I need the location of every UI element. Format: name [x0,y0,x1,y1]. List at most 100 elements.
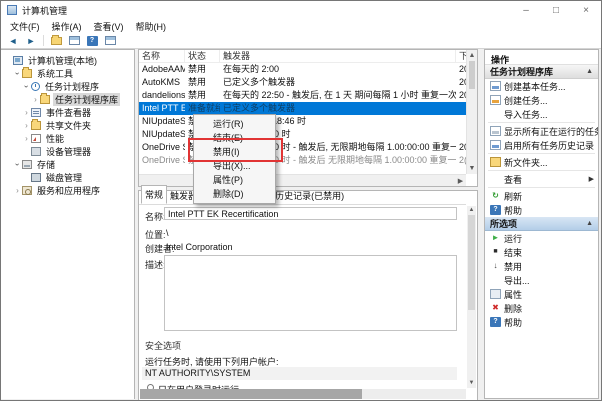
action-结束[interactable]: ■结束 [485,245,598,259]
expand-icon[interactable]: › [22,108,31,117]
action-运行[interactable]: ►运行 [485,231,598,245]
task-list-vertical-scrollbar[interactable]: ▲ ▼ [466,50,477,174]
tree-item[interactable]: › 存储 [1,158,134,171]
menu-item[interactable]: 文件(F) [4,20,46,33]
action-禁用[interactable]: ↓禁用 [485,259,598,273]
tree-item[interactable]: ›任务计划程序 [1,80,134,93]
expand-icon[interactable]: › [22,134,31,143]
menu-item[interactable]: 帮助(H) [130,20,173,33]
toolbar-separator [43,35,44,46]
scroll-down-icon[interactable]: ▼ [467,163,477,174]
disk-icon [31,173,41,182]
task-row[interactable]: Intel PTT EK ...准备就绪已定义多个触发器 [139,102,477,115]
action-帮助[interactable]: ?帮助 [485,203,598,217]
task-row[interactable]: NIUpdateSe...禁用在 2019/5/9 18:46 时 [139,115,477,128]
action-帮助[interactable]: ?帮助 [485,315,598,329]
action-显示所有正在运行的任务[interactable]: 显示所有正在运行的任务 [485,124,598,138]
scroll-up-icon[interactable]: ▲ [467,206,476,215]
tree-item[interactable]: › 事件查看器 [1,106,134,119]
column-header[interactable]: 触发器 [220,50,456,62]
minimize-button[interactable]: – [511,1,541,19]
task-row[interactable]: AutoKMS禁用已定义多个触发器20 [139,76,477,89]
back-button[interactable]: ◄ [6,34,20,47]
action-删除[interactable]: ✖删除 [485,301,598,315]
name-field[interactable]: Intel PTT EK Recertification [164,207,457,220]
forward-button[interactable]: ► [24,34,38,47]
tree-item[interactable]: 磁盘管理 [1,171,134,184]
action-导出[interactable]: 导出... [485,273,598,287]
export-list-button[interactable] [49,34,63,47]
action-启用所有任务历史记录[interactable]: 启用所有任务历史记录 [485,138,598,152]
task-list-horizontal-scrollbar[interactable]: ▶ [139,174,466,186]
close-button[interactable]: × [571,1,601,19]
collapse-icon[interactable]: › [22,82,31,91]
task-row[interactable]: AdobeAAM...禁用在每天的 2:0020 [139,63,477,76]
section-header[interactable]: 任务计划程序库▲ [485,65,598,79]
properties-horizontal-scrollbar[interactable] [140,389,466,399]
action-label: 运行 [504,232,522,245]
properties-vertical-scrollbar[interactable]: ▲ ▼ [467,206,476,388]
scrollbar-track [467,310,476,379]
column-header[interactable]: 状态 [185,50,220,62]
scroll-down-icon[interactable]: ▼ [467,379,476,388]
collapse-icon[interactable]: › [13,160,22,169]
console-tree-button[interactable] [67,34,81,47]
show-window-button[interactable] [103,34,117,47]
tree-item[interactable]: ›任务计划程序库 [1,93,134,106]
task-row[interactable]: dandelionst...禁用在每天的 22:50 - 触发后, 在 1 天 … [139,89,477,102]
tree-item[interactable]: 计算机管理(本地) [1,54,134,67]
tab-历史记录(已禁用)[interactable]: 历史记录(已禁用) [272,187,347,204]
expand-icon[interactable]: › [22,121,31,130]
action-刷新[interactable]: ↻刷新 [485,189,598,203]
collapse-icon[interactable]: › [13,69,22,78]
action-创建任务[interactable]: 创建任务... [485,93,598,107]
tree-item[interactable]: ›系统工具 [1,67,134,80]
tree-item[interactable]: 设备管理器 [1,145,134,158]
context-menu-item[interactable]: 删除(D) [194,187,275,201]
scrollbar-track [467,89,477,163]
run-icon: ► [490,233,501,243]
action-属性[interactable]: 属性 [485,287,598,301]
scroll-up-icon[interactable]: ▲ [467,50,477,61]
expand-icon[interactable]: › [13,186,22,195]
scrollbar-thumb[interactable] [140,389,362,399]
separator [488,122,595,123]
menu-item[interactable]: 查看(V) [88,20,130,33]
context-menu-item[interactable]: 禁用(I) [194,145,275,159]
tab-常规[interactable]: 常规 [141,185,167,204]
separator [488,187,595,188]
task-row[interactable]: OneDrive St...禁用在每天的 4:00 时 - 触发后 无限期地每隔… [139,154,477,167]
properties-icon [490,289,501,299]
section-header-label: 任务计划程序库 [490,65,553,78]
description-field[interactable] [164,255,457,331]
action-label: 刷新 [504,190,522,203]
tree-item[interactable]: ›服务和应用程序 [1,184,134,197]
scrollbar-thumb[interactable] [469,61,475,89]
context-menu-item[interactable]: 运行(R) [194,117,275,131]
action-查看[interactable]: 查看▶ [485,172,598,186]
maximize-button[interactable]: □ [541,1,571,19]
scroll-right-icon[interactable]: ▶ [455,177,466,185]
action-label: 结束 [504,246,522,259]
tree-item-label: 存储 [35,158,57,171]
menu-item[interactable]: 操作(A) [46,20,88,33]
separator [488,170,595,171]
action-新文件夹[interactable]: 新文件夹... [485,155,598,169]
task-row[interactable]: NIUpdateSe...禁用在每天的 9:00 时 [139,128,477,141]
tree-item[interactable]: ›性能 [1,132,134,145]
column-header[interactable]: 名称 [139,50,185,62]
security-options-header: 安全选项 [145,339,181,352]
expand-icon[interactable]: › [31,95,40,104]
task-row[interactable]: OneDrive St...禁用在每天的 4:00 时 - 触发后, 无限期地每… [139,141,477,154]
help-button[interactable]: ? [85,34,99,47]
tree-item-label: 事件查看器 [44,106,93,119]
section-header[interactable]: 所选项▲ [485,217,598,231]
context-menu-item[interactable]: 属性(P) [194,173,275,187]
scrollbar-thumb[interactable] [468,215,475,310]
context-menu-item[interactable]: 结束(E) [194,131,275,145]
action-创建基本任务[interactable]: 创建基本任务... [485,79,598,93]
action-导入任务[interactable]: 导入任务... [485,107,598,121]
storage-icon [22,160,32,169]
tree-item[interactable]: ›共享文件夹 [1,119,134,132]
context-menu-item[interactable]: 导出(X)... [194,159,275,173]
